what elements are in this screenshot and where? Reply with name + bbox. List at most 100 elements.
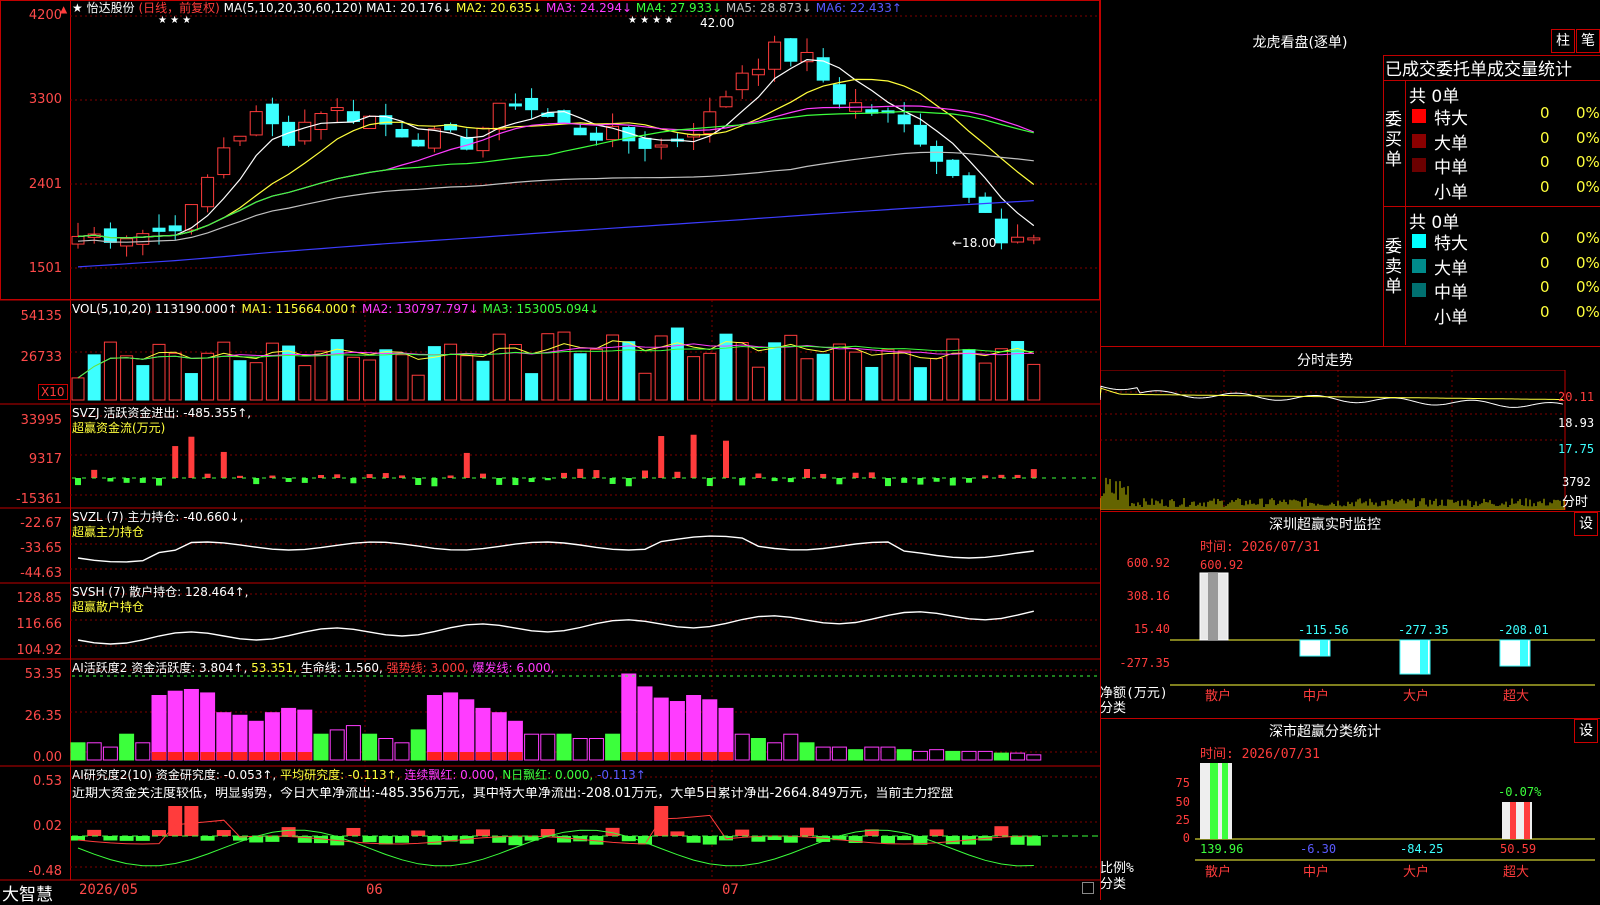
ai2-base-mark (168, 752, 183, 760)
ai-research-bar (508, 836, 523, 846)
ai-res-v3: 连续飘红: 0.000, (404, 768, 499, 782)
svzl-tick-3: -44.63 (20, 566, 62, 581)
svsh-tick-1: 128.85 (16, 591, 63, 606)
ai2-bar (394, 742, 410, 761)
vol-unit-badge[interactable]: X10 (38, 384, 68, 400)
candle-body (427, 128, 441, 149)
ai2-base-mark (265, 752, 280, 760)
candle-body (314, 113, 328, 131)
tick-mode-button[interactable]: 笔 (1576, 29, 1600, 53)
ai2-bar (734, 733, 750, 761)
intraday-chart[interactable] (1100, 370, 1600, 510)
svzj-tick-1: 33995 (20, 413, 62, 428)
monitor-bar-value: -208.01 (1498, 623, 1549, 637)
ai2-bar (151, 695, 167, 761)
volume-bar (913, 367, 927, 401)
ai-research-bar (945, 836, 960, 845)
intraday-p1: 20.11 (1558, 390, 1595, 404)
ai2-base-mark (249, 752, 264, 760)
order-percent: 0% (1576, 153, 1600, 171)
class-y-tick: 75 (1176, 776, 1190, 790)
candle-body (1011, 236, 1025, 243)
ai-research-bar (152, 830, 166, 836)
ai2-bar (702, 699, 718, 761)
ai-res-v4: N日飘红: 0.000, (502, 768, 594, 782)
period-label[interactable]: (日线，前复权) (138, 1, 219, 15)
volume-bar (541, 333, 555, 401)
candle-body (946, 159, 960, 177)
lock-icon[interactable] (1082, 882, 1094, 894)
bar-mode-button[interactable]: 柱 (1551, 29, 1575, 53)
candle-body (930, 145, 944, 162)
svzj-bar (528, 478, 535, 483)
legend-swatch (1412, 307, 1426, 322)
volume-bar (573, 353, 587, 401)
ai2-header: AI活跃度2 资金活跃度: 3.804↑, 53.351, 生命线: 1.560… (72, 661, 555, 675)
order-percent: 0% (1576, 104, 1600, 122)
ai2-bar (378, 738, 394, 761)
date-label-jun: 06 (366, 882, 383, 898)
candle-body (832, 84, 846, 105)
monitor-chart: 600.92 308.16 15.40 -277.35 600.92 -115.56 -27… (1119, 556, 1595, 704)
vol-ma1: MA1: 115664.000↑ (241, 302, 359, 316)
ai2-bar (459, 699, 475, 761)
ai-research-bar (346, 827, 361, 836)
ai-research-bar (411, 830, 426, 836)
ai2-v3: 生命线: 1.560, (300, 661, 383, 675)
ai2-bar (799, 742, 815, 761)
legend-swatch (1412, 234, 1426, 248)
ai2-base-mark (621, 752, 636, 760)
order-percent: 0% (1576, 253, 1600, 272)
monitor-settings-button[interactable]: 设 (1574, 512, 1598, 536)
ai2-bar (345, 725, 361, 761)
svzj-bar (366, 474, 373, 478)
candle-body (719, 96, 733, 108)
brand-logo[interactable]: 大智慧 (2, 880, 53, 905)
svzj-bar (1030, 469, 1037, 478)
volume-bar (816, 353, 830, 401)
ai2-bar (637, 686, 653, 761)
stock-name[interactable]: 怡达股份 (87, 1, 135, 15)
monitor-y-tick: 600.92 (1127, 556, 1170, 570)
chart-canvas[interactable]: ▲ (0, 0, 1100, 900)
svzj-bar (739, 478, 746, 486)
ai2-bar (1026, 754, 1042, 761)
svzj-bar (285, 478, 292, 482)
volume-bar (930, 357, 944, 401)
class-y-tick: 0 (1183, 831, 1190, 845)
ai-res-tick-3: -0.48 (28, 864, 62, 879)
volume-bar (703, 352, 717, 401)
candle-body (913, 124, 927, 145)
intraday-title: 分时走势 (1297, 353, 1353, 369)
ai-research-bar (427, 836, 442, 845)
order-size-label: 中单 (1434, 283, 1468, 303)
class-chart: 75 50 25 0 -0.07% 139.96 -6.30 -84.25 50.59 散户 中户 大… (1176, 763, 1595, 880)
low-price-label: ←18.00 (952, 236, 997, 250)
monitor-bar-value: -115.56 (1298, 623, 1349, 637)
order-count: 0 (1540, 229, 1550, 247)
ai2-bar (119, 733, 135, 761)
class-top-value: -0.07% (1498, 785, 1542, 799)
ai2-bar (783, 733, 799, 761)
intraday-p3: 17.75 (1558, 442, 1595, 456)
ai2-bar (70, 742, 86, 761)
class-category-label: 超大 (1503, 865, 1529, 880)
candle-body (233, 135, 247, 142)
ai-research-bar (87, 829, 102, 836)
svzj-bar (123, 478, 130, 483)
ai2-bar (572, 738, 588, 761)
class-axis-label2: 分类 (1100, 877, 1127, 892)
svzj-bar (496, 478, 503, 485)
ai2-v5: 爆发线: 6.000, (472, 661, 555, 675)
svzl-label: SVZL (7) 主力持仓: -40.660↓, (72, 510, 244, 524)
svzl-tick-2: -33.65 (20, 541, 62, 556)
candle-body (184, 204, 198, 231)
candle-body (897, 114, 911, 125)
class-settings-button[interactable]: 设 (1574, 719, 1598, 743)
candle-body (201, 176, 215, 208)
order-size-label: 中单 (1434, 158, 1468, 178)
candle-body (994, 218, 1008, 244)
ai2-bar (183, 688, 199, 761)
svzj-bar (204, 473, 211, 478)
volume-bar (1027, 363, 1041, 401)
